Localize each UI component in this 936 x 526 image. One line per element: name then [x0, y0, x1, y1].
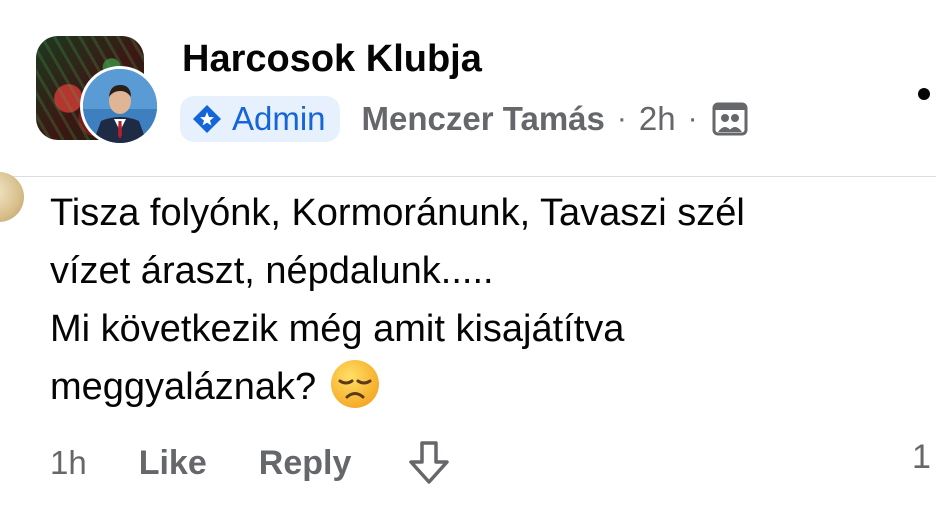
- post-header: Harcosok Klubja Admin Menczer Tamás · 2h…: [0, 0, 936, 176]
- comment-actions: 1h Like Reply: [50, 438, 451, 488]
- comment-line-last: meggyaláznak?: [50, 358, 930, 416]
- group-audience-icon: [712, 102, 748, 136]
- more-options-icon[interactable]: [918, 88, 930, 100]
- author-name[interactable]: Menczer Tamás: [362, 100, 605, 138]
- like-button[interactable]: Like: [139, 444, 207, 483]
- comment-line: Mi következik még amit kisajátítva: [50, 308, 625, 350]
- divider: [0, 176, 936, 177]
- reaction-count[interactable]: 1: [912, 438, 931, 477]
- downvote-arrow-icon[interactable]: [407, 440, 451, 486]
- separator-dot: ·: [687, 102, 698, 135]
- disappointed-face-emoji: [331, 360, 380, 408]
- comment-time[interactable]: 1h: [50, 444, 87, 482]
- author-avatar[interactable]: [80, 66, 160, 146]
- reply-button[interactable]: Reply: [259, 444, 352, 483]
- comment-line: vízet áraszt, népdalunk.....: [50, 250, 494, 292]
- comment-line: meggyaláznak?: [50, 366, 317, 408]
- commenter-avatar[interactable]: [0, 172, 24, 222]
- admin-label: Admin: [232, 100, 326, 137]
- comment-body: Tisza folyónk, Kormoránunk, Tavaszi szél…: [50, 184, 930, 416]
- post-meta: Admin Menczer Tamás · 2h ·: [180, 96, 748, 142]
- separator-dot: ·: [616, 102, 627, 135]
- post-time[interactable]: 2h: [639, 100, 676, 138]
- admin-badge-icon: [193, 105, 221, 133]
- admin-badge[interactable]: Admin: [180, 96, 340, 142]
- comment-line: Tisza folyónk, Kormoránunk, Tavaszi szél: [50, 192, 745, 234]
- group-name[interactable]: Harcosok Klubja: [182, 38, 482, 81]
